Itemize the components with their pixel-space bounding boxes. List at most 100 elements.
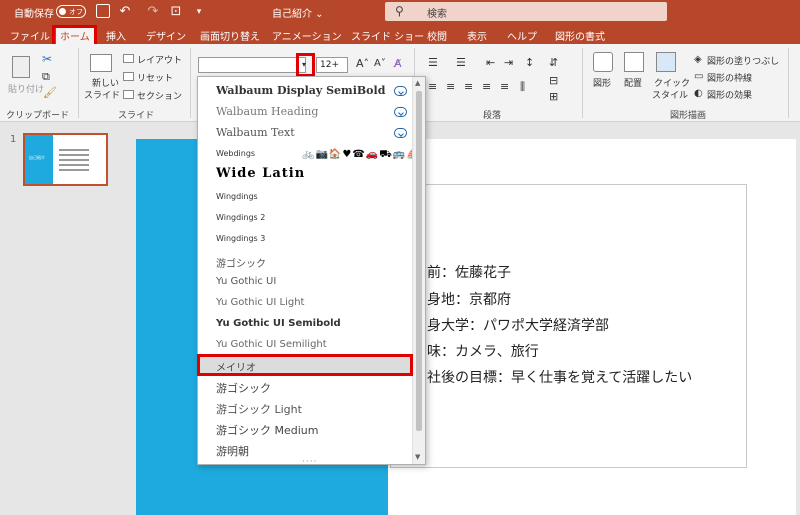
tab-file[interactable]: ファイル xyxy=(10,28,50,43)
justify-icon[interactable]: ≡ xyxy=(482,80,491,93)
cloud-download-icon xyxy=(394,86,407,96)
tab-design[interactable]: デザイン xyxy=(146,28,186,43)
decrease-indent-icon[interactable]: ⇤ xyxy=(486,56,495,69)
section-button[interactable]: セクション xyxy=(137,89,182,102)
font-option-yu-gothic-ui-light[interactable]: Yu Gothic UI Light xyxy=(216,297,304,308)
align-left-icon[interactable]: ≡ xyxy=(428,80,437,93)
copy-icon[interactable]: ⧉ xyxy=(42,70,50,84)
font-option-yu-gothic-ui-semilight[interactable]: Yu Gothic UI Semilight xyxy=(216,339,327,350)
autosave-toggle[interactable]: オフ xyxy=(56,5,86,18)
shape-fill-button[interactable]: 図形の塗りつぶし xyxy=(707,54,779,67)
font-name-combo[interactable] xyxy=(198,57,306,73)
paste-icon[interactable] xyxy=(12,56,30,78)
line-spacing-icon[interactable]: ↕ xyxy=(525,56,534,69)
dropdown-scrollbar[interactable]: ▲ ▼ xyxy=(412,77,425,464)
tab-view[interactable]: 表示 xyxy=(467,28,487,43)
shapes-button[interactable]: 図形 xyxy=(593,76,611,89)
quick-styles-icon[interactable] xyxy=(656,52,676,72)
clear-format-icon[interactable]: A̸ xyxy=(394,57,402,70)
group-separator xyxy=(788,48,789,118)
font-option-walbaum-text[interactable]: Walbaum Text xyxy=(216,126,295,139)
quick-styles-label-2[interactable]: スタイル xyxy=(652,88,688,101)
tab-review[interactable]: 校閲 xyxy=(427,28,447,43)
shape-effects-button[interactable]: 図形の効果 xyxy=(707,88,752,101)
reset-button[interactable]: リセット xyxy=(137,71,173,84)
tab-animations[interactable]: アニメーション xyxy=(272,28,342,43)
drawing-group-label: 図形描画 xyxy=(670,111,707,121)
slides-group-label: スライド xyxy=(118,111,155,121)
new-slide-icon[interactable] xyxy=(90,54,112,72)
search-input[interactable]: 検索 xyxy=(427,5,447,20)
bullets-icon[interactable]: ☰ xyxy=(428,56,438,69)
tab-slideshow[interactable]: スライド ショー xyxy=(351,28,424,43)
webdings-sample: 🚲📷🏠♥☎🚗⛟🚌⛵ xyxy=(302,149,420,160)
increase-indent-icon[interactable]: ⇥ xyxy=(504,56,513,69)
font-option-walbaum-display-semibold[interactable]: Walbaum Display SemiBold xyxy=(216,84,385,97)
shape-outline-button[interactable]: 図形の枠線 xyxy=(707,71,752,84)
scroll-up-arrow[interactable]: ▲ xyxy=(415,79,420,87)
search-box[interactable]: ⚲ 検索 xyxy=(385,2,667,21)
font-size-combo[interactable]: 12+ xyxy=(316,57,348,73)
align-center-icon[interactable]: ≡ xyxy=(446,80,455,93)
autosave-label: 自動保存 xyxy=(14,9,54,20)
font-option-yu-gothic-ui[interactable]: Yu Gothic UI xyxy=(216,276,276,287)
font-option-yu-gothic-2[interactable]: 游ゴシック xyxy=(216,380,271,396)
font-option-wide-latin[interactable]: Wide Latin xyxy=(216,166,305,181)
scrollbar-thumb[interactable] xyxy=(416,91,422,431)
font-option-wingdings[interactable]: Wingdings xyxy=(216,192,258,201)
cut-icon[interactable]: ✂ xyxy=(42,52,52,66)
columns-icon[interactable]: ⫼ xyxy=(520,80,525,94)
layout-button[interactable]: レイアウト xyxy=(137,53,182,66)
font-option-yu-gothic[interactable]: 游ゴシック xyxy=(216,255,266,270)
autosave-state: オフ xyxy=(69,8,83,16)
text-direction-icon[interactable]: ⇵ xyxy=(549,56,558,69)
grow-font-icon[interactable]: A˄ xyxy=(356,57,369,70)
font-option-yu-gothic-medium[interactable]: 游ゴシック Medium xyxy=(216,422,318,438)
font-arrow-highlight xyxy=(296,53,315,77)
document-title[interactable]: 自己紹介 ⌄ xyxy=(272,5,324,20)
cloud-download-icon xyxy=(394,107,407,117)
undo-icon[interactable]: ↶ xyxy=(116,3,134,21)
numbering-icon[interactable]: ☰ xyxy=(456,56,466,69)
arrange-button[interactable]: 配置 xyxy=(624,76,642,89)
slide-text-line[interactable]: 前：佐藤花子 xyxy=(427,262,511,282)
tab-help[interactable]: ヘルプ xyxy=(507,28,537,43)
shrink-font-icon[interactable]: A˅ xyxy=(374,58,386,69)
font-option-walbaum-heading[interactable]: Walbaum Heading xyxy=(216,105,318,118)
font-option-yu-mincho[interactable]: 游明朝 xyxy=(216,443,249,459)
shapes-icon[interactable] xyxy=(593,52,613,72)
slide-text-line[interactable]: 身大学：パワポ大学経済学部 xyxy=(427,315,609,335)
font-dropdown-list[interactable]: Walbaum Display SemiBold Walbaum Heading… xyxy=(197,76,426,467)
arrange-icon[interactable] xyxy=(624,52,644,72)
scroll-down-arrow[interactable]: ▼ xyxy=(415,453,420,461)
toggle-knob xyxy=(59,8,66,15)
slide-text-line[interactable]: 社後の目標：早く仕事を覚えて活躍したい xyxy=(427,367,692,387)
align-text-icon[interactable]: ⊟ xyxy=(549,74,558,87)
font-option-yu-gothic-light[interactable]: 游ゴシック Light xyxy=(216,401,302,417)
font-option-wingdings-2[interactable]: Wingdings 2 xyxy=(216,213,265,222)
smartart-icon[interactable]: ⊞ xyxy=(549,90,558,103)
font-option-webdings[interactable]: Webdings xyxy=(216,149,255,158)
save-icon[interactable] xyxy=(96,4,110,18)
redo-icon[interactable]: ↷ xyxy=(144,3,162,21)
tab-shape-format[interactable]: 図形の書式 xyxy=(555,28,605,43)
font-option-yu-gothic-ui-semibold[interactable]: Yu Gothic UI Semibold xyxy=(216,318,341,329)
slide-text-line[interactable]: 味：カメラ、旅行 xyxy=(427,341,539,361)
shape-fill-icon: ◈ xyxy=(694,54,702,65)
distributed-icon[interactable]: ≡ xyxy=(500,80,509,93)
slide-thumbnail[interactable]: 自己紹介 xyxy=(23,133,108,186)
search-icon: ⚲ xyxy=(395,4,404,18)
align-right-icon[interactable]: ≡ xyxy=(464,80,473,93)
slide-text-line[interactable]: 身地：京都府 xyxy=(427,289,511,309)
thumbnail-caption: 自己紹介 xyxy=(29,155,45,160)
customize-qat-icon[interactable]: ▾ xyxy=(190,3,208,21)
layout-icon xyxy=(123,54,134,63)
tab-insert[interactable]: 挿入 xyxy=(106,28,126,43)
format-painter-icon[interactable]: 🖌 xyxy=(43,86,57,99)
resize-grip[interactable]: ···· xyxy=(302,457,317,467)
present-icon[interactable]: ⊡ xyxy=(167,3,185,21)
cloud-download-icon xyxy=(394,128,407,138)
font-option-wingdings-3[interactable]: Wingdings 3 xyxy=(216,234,265,243)
new-slide-label-2[interactable]: スライド xyxy=(84,88,120,101)
tab-transitions[interactable]: 画面切り替え xyxy=(200,28,260,43)
